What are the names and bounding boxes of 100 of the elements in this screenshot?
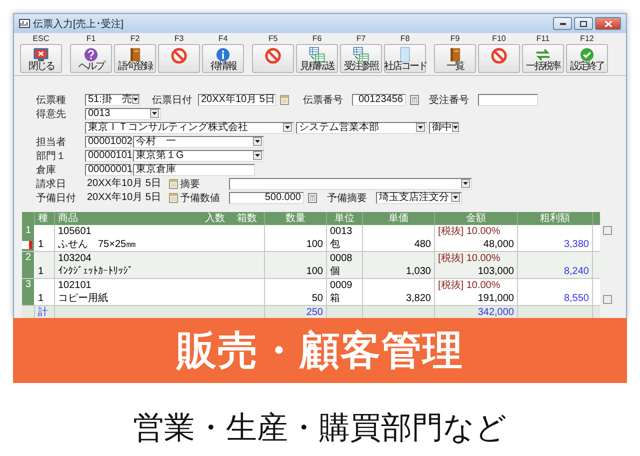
toolbar-button[interactable]: 一括税率 [522, 44, 564, 73]
field-label: 伝票日付 [152, 94, 193, 106]
field-label: 部門１ [36, 150, 67, 162]
table-cell-text: 0013 [330, 225, 354, 238]
table-cell-text: 0008 [330, 252, 354, 265]
date-field[interactable]: 20XX年10月 5日 [85, 192, 165, 204]
dropdown[interactable]: システム営業本部 [296, 122, 427, 134]
field-label: 予備数値 [180, 192, 221, 204]
toolbar-button[interactable]: ヘルプ [70, 44, 112, 73]
dropdown-arrow-icon[interactable] [132, 95, 139, 104]
spreadsheet-icon [309, 47, 325, 62]
table-cell-text: ふせん 75×25㎜ [58, 238, 138, 251]
minimize-button[interactable] [553, 17, 572, 30]
calendar-icon[interactable] [169, 192, 178, 202]
dropdown[interactable]: 今村 一 [133, 136, 264, 148]
dropdown[interactable]: 東京第１G [133, 150, 264, 162]
prohibited-icon [265, 48, 281, 64]
banner-title: 販売・顧客管理 [13, 318, 627, 383]
field-label: 伝票種 [36, 94, 67, 106]
dropdown[interactable]: 東京ＩＴコンサルティング株式会社 [85, 122, 294, 134]
vertical-scrollbar[interactable] [603, 226, 612, 304]
field-label: 予備摘要 [327, 192, 368, 204]
dropdown[interactable]: 51:掛 売 [85, 94, 140, 106]
shortcut-key-label: F9 [450, 34, 460, 44]
dropdown-arrow-icon[interactable] [452, 123, 459, 132]
date-field[interactable]: 20XX年10月 5日 [198, 94, 276, 106]
column-header: 箱数 [237, 212, 257, 225]
prohibited-icon [491, 48, 507, 64]
toolbar-button[interactable]: 社店コード [384, 44, 426, 73]
document-icon [400, 47, 410, 62]
check-icon [580, 48, 594, 62]
table-cell-text: [税抜] 10.00% [438, 225, 502, 238]
toolbar-button[interactable]: 設定終了 [566, 44, 608, 73]
number-field[interactable]: 00123456 [352, 94, 406, 106]
date-field[interactable]: 20XX年10月 5日 [85, 178, 165, 190]
field-label: 伝票番号 [303, 94, 344, 106]
dropdown-arrow-icon[interactable] [150, 109, 159, 118]
swap-arrows-icon [536, 48, 550, 61]
dropdown-arrow-icon[interactable] [461, 179, 470, 188]
input-field[interactable] [478, 94, 538, 106]
table-cell-text: コピー用紙 [58, 292, 109, 305]
close-button[interactable] [595, 17, 621, 30]
dropdown[interactable] [229, 178, 472, 190]
dropdown-arrow-icon[interactable] [416, 123, 425, 132]
dropdown-arrow-icon[interactable] [253, 137, 262, 146]
toolbar-button[interactable] [478, 44, 520, 73]
table-cell-text: 個 [330, 265, 341, 278]
toolbar-button[interactable]: 受注参照 [340, 44, 382, 73]
dropdown[interactable]: 00001002 [85, 136, 131, 148]
maximize-button[interactable] [574, 17, 593, 30]
field-label: 請求日 [36, 178, 67, 190]
toolbar-button[interactable]: 見積転送 [296, 44, 338, 73]
app-icon [19, 19, 30, 28]
table-cell: 50 [312, 292, 323, 305]
toolbar-button[interactable]: 一覧 [434, 44, 476, 73]
toolbar-button[interactable]: 語句登録 [114, 44, 156, 73]
table-cell: 3,380 [564, 238, 589, 251]
number-field[interactable]: 500.000 [229, 192, 304, 204]
table-cell-text: 箱 [330, 292, 341, 305]
table-cell: 3,820 [406, 292, 431, 305]
dropdown-arrow-icon[interactable] [283, 123, 292, 132]
prohibited-icon [171, 48, 187, 64]
dropdown[interactable]: 0013 [85, 108, 161, 120]
toolbar-button[interactable]: 閉じる [20, 44, 62, 73]
field-label: 摘要 [180, 178, 201, 190]
column-header: 商品 [58, 212, 79, 225]
table-cell-text: 1 [38, 265, 45, 278]
toolbar-button[interactable] [158, 44, 200, 73]
dropdown[interactable]: 埼玉支店注文分 [376, 192, 462, 204]
table-cell: 100 [306, 238, 323, 251]
table-cell: 8,240 [564, 265, 589, 278]
table-cell: 1,030 [406, 265, 431, 278]
input-field[interactable]: 東京倉庫 [133, 164, 255, 176]
info-icon [216, 48, 230, 62]
table-cell-text: 102101 [58, 279, 92, 292]
shortcut-key-label: F1 [86, 34, 96, 44]
calendar-icon[interactable] [169, 178, 178, 188]
maximize-icon [580, 20, 587, 26]
help-icon [84, 48, 98, 62]
table-cell-text: 105601 [58, 225, 92, 238]
book-icon [450, 48, 460, 62]
toolbar-button[interactable] [252, 44, 294, 73]
shortcut-key-label: F2 [130, 34, 140, 44]
calculator-icon[interactable] [308, 192, 317, 202]
table-cell-text: 1 [38, 292, 45, 305]
table-cell: 8,550 [564, 292, 589, 305]
calendar-icon[interactable] [280, 94, 289, 104]
shortcut-key-label: F12 [580, 34, 594, 44]
dropdown-arrow-icon[interactable] [253, 151, 262, 160]
dropdown[interactable]: 御中 [429, 122, 459, 134]
toolbar-button[interactable]: 得情報 [202, 44, 244, 73]
dropdown[interactable]: 00000001 [85, 164, 131, 176]
close-icon [34, 48, 48, 62]
table-cell: 48,000 [483, 238, 514, 251]
table-cell-text: 1 [38, 238, 45, 251]
dropdown[interactable]: 00000101 [85, 150, 131, 162]
caption: 営業・生産・購買部門など [132, 409, 508, 447]
calculator-icon[interactable] [410, 94, 419, 104]
dropdown-arrow-icon[interactable] [451, 193, 460, 202]
table-cell-text: 103204 [58, 252, 92, 265]
